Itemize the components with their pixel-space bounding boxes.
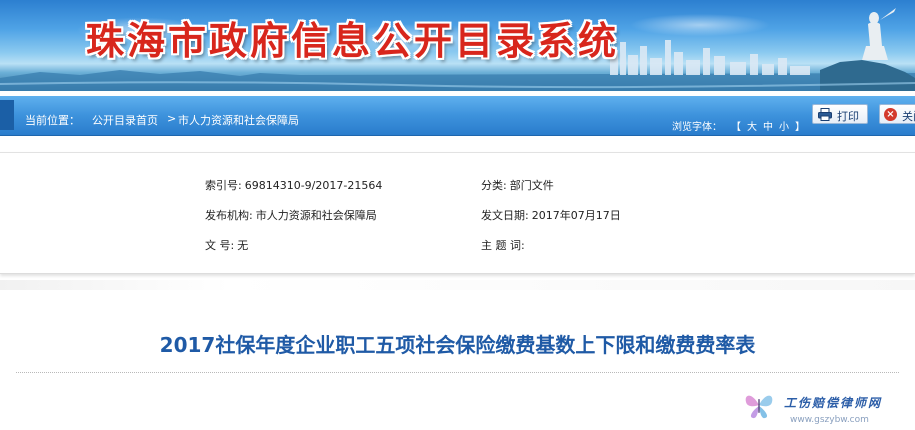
breadcrumb-department-link[interactable]: 市人力资源和社会保障局 (178, 112, 299, 128)
publisher-row: 发布机构: 市人力资源和社会保障局 (205, 207, 377, 223)
bracket-open: 【 (731, 122, 741, 133)
document-number-row: 文 号: 无 (205, 237, 248, 253)
issue-date-label: 发文日期: (481, 209, 529, 222)
breadcrumb-home-link[interactable]: 公开目录首页 (92, 112, 158, 128)
issue-date-value: 2017年07月17日 (531, 209, 621, 222)
print-button[interactable]: 打印 (812, 104, 868, 124)
breadcrumb-toolbar: 当前位置： 公开目录首页 > 市人力资源和社会保障局 浏览字体： 【大中小】 打… (0, 96, 915, 136)
font-size-large[interactable]: 大 (747, 122, 757, 133)
publisher-value: 市人力资源和社会保障局 (255, 209, 377, 222)
header-banner: 珠海市政府信息公开目录系统 (0, 0, 915, 91)
index-number-label: 索引号: (205, 179, 242, 192)
site-title: 珠海市政府信息公开目录系统 (86, 19, 620, 63)
butterfly-logo-icon (745, 395, 773, 419)
navbar-edge (0, 100, 14, 130)
close-button[interactable]: × 关闭 (879, 104, 915, 124)
current-location-label: 当前位置： (25, 114, 80, 127)
document-number-label: 文 号: (205, 239, 235, 252)
breadcrumb-separator: > (167, 112, 177, 125)
index-number-row: 索引号: 69814310-9/2017-21564 (205, 177, 382, 193)
bracket-close: 】 (795, 122, 805, 133)
document-metadata-panel: 索引号: 69814310-9/2017-21564 分类: 部门文件 发布机构: 市… (0, 152, 915, 274)
subject-words-label: 主 题 词: (481, 239, 525, 252)
issue-date-row: 发文日期: 2017年07月17日 (481, 207, 621, 223)
content-top-shadow (0, 280, 915, 290)
category-value: 部门文件 (509, 179, 554, 192)
subject-words-row: 主 题 词: (481, 237, 528, 253)
watermark-text: 工伤赔偿律师网 (784, 396, 883, 410)
publisher-label: 发布机构: (205, 209, 253, 222)
close-icon: × (884, 108, 897, 121)
print-button-label: 打印 (837, 110, 859, 123)
font-size-options: 【大中小】 (728, 118, 808, 133)
document-number-value: 无 (237, 239, 249, 252)
category-row: 分类: 部门文件 (481, 177, 554, 193)
document-title: 2017社保年度企业职工五项社会保险缴费基数上下限和缴费费率表 (159, 333, 756, 357)
category-label: 分类: (481, 179, 507, 192)
font-size-medium[interactable]: 中 (763, 122, 773, 133)
title-divider (16, 372, 899, 373)
font-size-label: 浏览字体： (672, 122, 722, 133)
close-button-label: 关闭 (902, 110, 915, 123)
watermark-url: www.gszybw.com (790, 415, 869, 425)
index-number-value: 69814310-9/2017-21564 (244, 179, 383, 192)
printer-icon (818, 108, 832, 121)
font-size-small[interactable]: 小 (779, 122, 789, 133)
